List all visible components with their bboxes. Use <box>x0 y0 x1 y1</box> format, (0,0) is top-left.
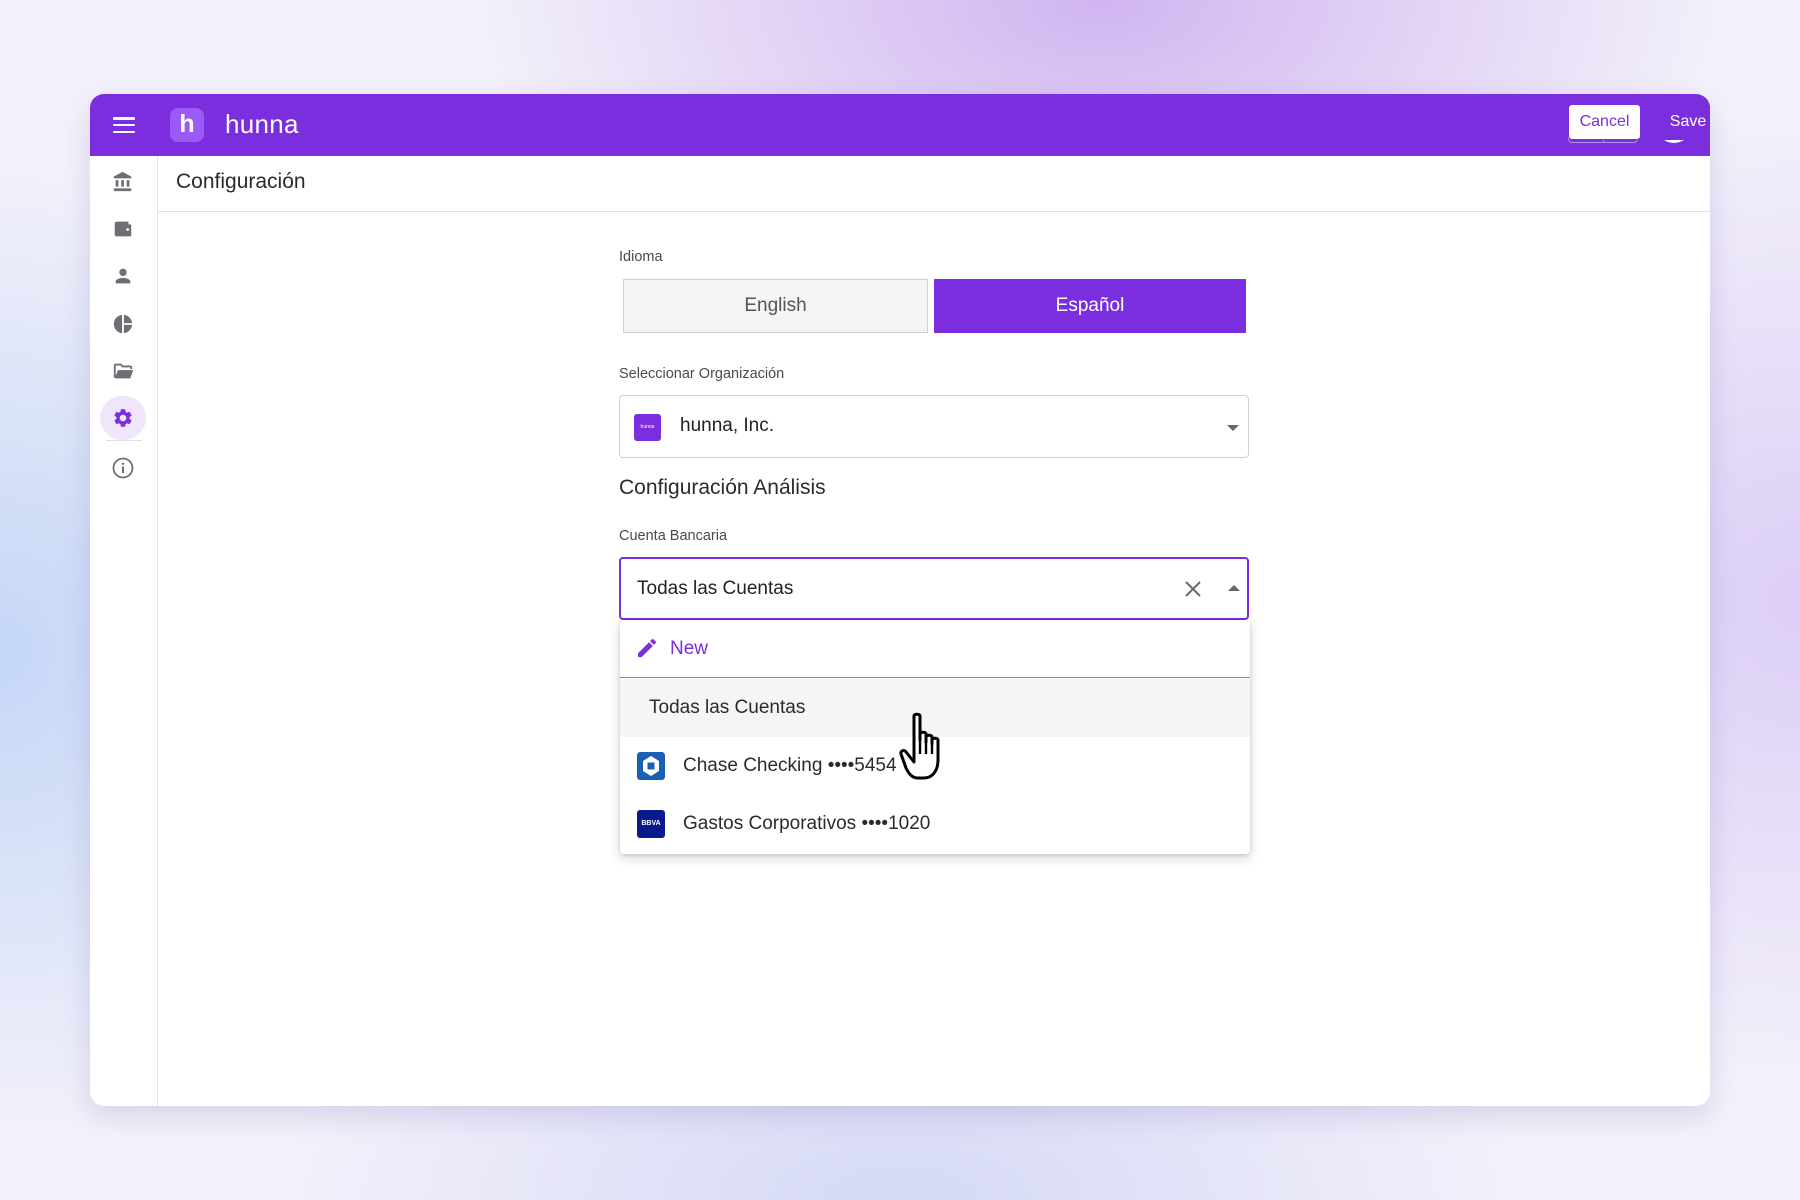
info-icon <box>112 457 134 479</box>
new-account-option[interactable]: New <box>620 620 1250 678</box>
option-label: Todas las Cuentas <box>649 697 806 718</box>
organization-value: hunna, Inc. <box>680 415 775 436</box>
app-logo: h <box>170 108 204 142</box>
page-header: Configuración <box>158 156 1710 212</box>
analysis-section-title: Configuración Análisis <box>619 476 826 499</box>
menu-icon[interactable] <box>112 114 136 136</box>
chase-logo-icon <box>637 752 665 780</box>
page-title: Configuración <box>176 170 306 193</box>
sidebar-item-user[interactable] <box>100 254 146 298</box>
sidebar-divider <box>106 440 142 441</box>
bank-icon <box>113 171 132 192</box>
option-label: Chase Checking ••••5454 <box>683 755 897 776</box>
sidebar-item-wallet[interactable] <box>100 207 146 251</box>
pencil-icon <box>638 638 657 657</box>
sidebar-item-analytics[interactable] <box>100 302 146 346</box>
bbva-logo-icon: BBVA <box>637 810 665 838</box>
brand-name: hunna <box>225 109 299 139</box>
option-label: Gastos Corporativos ••••1020 <box>683 813 931 834</box>
bank-account-select[interactable]: Todas las Cuentas <box>619 557 1249 620</box>
bank-account-value: Todas las Cuentas <box>637 578 794 599</box>
list-item[interactable]: BBVA Gastos Corporativos ••••1020 <box>620 795 1250 853</box>
language-spanish-button[interactable]: Español <box>934 279 1246 333</box>
organization-logo: hunna <box>634 414 661 441</box>
sidebar-item-banks[interactable] <box>100 160 146 204</box>
sidebar-item-info[interactable] <box>100 446 146 490</box>
wallet-icon <box>114 221 132 237</box>
sidebar <box>90 156 158 1106</box>
organization-label: Seleccionar Organización <box>619 366 785 382</box>
sidebar-item-folders[interactable] <box>100 349 146 393</box>
sidebar-item-settings[interactable] <box>100 396 146 440</box>
cancel-button[interactable]: Cancel <box>1568 104 1641 140</box>
chevron-down-icon <box>1227 425 1239 431</box>
language-label: Idioma <box>619 249 663 265</box>
bank-account-label: Cuenta Bancaria <box>619 528 728 544</box>
user-icon <box>115 268 131 284</box>
folder-icon <box>113 363 134 379</box>
chevron-up-icon[interactable] <box>1228 585 1240 591</box>
gear-icon <box>114 409 132 427</box>
save-button[interactable]: Save <box>1652 104 1710 140</box>
language-english-button[interactable]: English <box>623 279 928 333</box>
hand-cursor-icon <box>899 712 940 780</box>
top-bar: h hunna R <box>90 94 1710 156</box>
pie-chart-icon <box>113 314 133 334</box>
close-icon[interactable] <box>1183 579 1203 599</box>
organization-select[interactable]: hunna hunna, Inc. <box>619 395 1249 458</box>
new-account-label: New <box>670 638 709 659</box>
